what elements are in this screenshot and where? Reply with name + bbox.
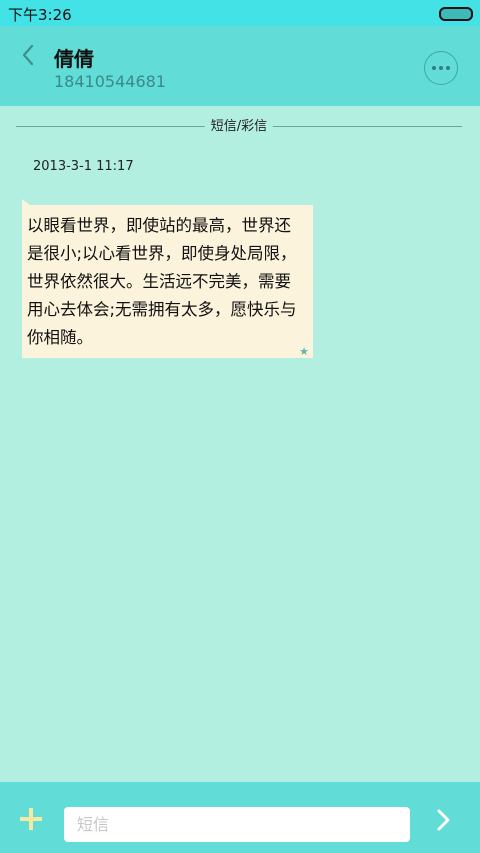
chevron-right-icon[interactable] xyxy=(434,808,454,832)
composer-bar xyxy=(0,782,480,853)
status-bar: 下午3:26 xyxy=(0,0,480,26)
contact-number: 18410544681 xyxy=(54,72,166,91)
more-dots-icon xyxy=(432,66,436,70)
chevron-left-icon[interactable] xyxy=(16,42,42,68)
battery-icon xyxy=(439,7,473,21)
bubble-tail xyxy=(22,199,30,205)
plus-icon[interactable] xyxy=(20,808,42,830)
message-bubble[interactable]: 以眼看世界，即使站的最高，世界还是很小;以心看世界，即使身处局限，世界依然很大。… xyxy=(22,199,313,358)
more-options-button[interactable] xyxy=(424,51,458,85)
star-icon: ★ xyxy=(299,345,309,358)
message-text: 以眼看世界，即使站的最高，世界还是很小;以心看世界，即使身处局限，世界依然很大。… xyxy=(27,216,297,347)
message-type-label: 短信/彩信 xyxy=(204,118,274,136)
message-type-divider: 短信/彩信 xyxy=(16,118,462,136)
message-timestamp: 2013-3-1 11:17 xyxy=(33,159,134,174)
contact-name[interactable]: 倩倩 xyxy=(54,43,94,72)
more-dots-icon xyxy=(439,66,443,70)
sms-input[interactable] xyxy=(64,807,410,842)
status-time: 下午3:26 xyxy=(8,6,72,24)
conversation-header: 倩倩 18410544681 xyxy=(0,26,480,106)
more-dots-icon xyxy=(446,66,450,70)
